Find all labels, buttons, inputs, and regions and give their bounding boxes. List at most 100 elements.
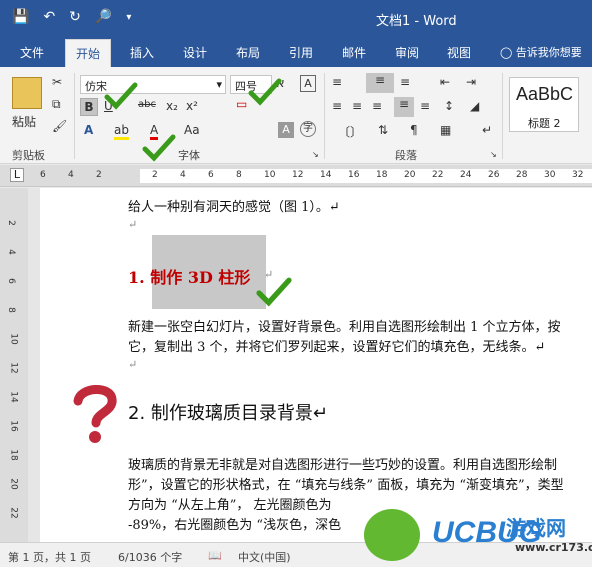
tab-layout[interactable]: 布局 [236, 44, 260, 61]
multilevel-list-icon[interactable]: ≡ [400, 75, 410, 89]
question-mark-icon [73, 385, 117, 443]
ruler-tick-label: 24 [460, 170, 472, 180]
tab-view[interactable]: 视图 [447, 44, 471, 61]
paste-button[interactable]: 粘贴 [12, 113, 36, 130]
body-line: -89%，右光圈颜色为 “浅灰色，深色 [128, 518, 342, 533]
vertical-ruler[interactable]: 2 4 6 8 10 12 14 16 18 20 22 [0, 188, 28, 542]
chinese-layout-icon[interactable]: 〔〕 [338, 123, 362, 140]
tell-me-search[interactable]: ◯ 告诉我你想要 [500, 44, 582, 60]
vruler-tick-label: 10 [8, 333, 19, 345]
cut-icon[interactable]: ✂ [52, 75, 62, 89]
dialog-launcher-icon[interactable]: ↘ [490, 150, 497, 159]
vruler-tick-label: 8 [5, 307, 16, 313]
change-case-button[interactable]: Aa [184, 123, 200, 137]
chevron-down-icon: ▾ [216, 78, 222, 91]
style-preview: AaBbC [516, 84, 574, 104]
group-divider [324, 73, 325, 159]
style-heading2[interactable]: AaBbC 标题 2 [509, 77, 579, 132]
distributed-icon[interactable]: ≡ [420, 99, 430, 113]
ruler-tick-label: 20 [404, 170, 416, 180]
text-effects-icon[interactable]: A [84, 123, 93, 137]
page-count[interactable]: 第 1 页，共 1 页 [8, 549, 91, 565]
ruler-tick-label: 28 [516, 170, 528, 180]
heading-2[interactable]: 2. 制作玻璃质目录背景↵ [128, 399, 328, 425]
ruler-tick-label: 6 [208, 170, 214, 180]
show-marks-icon[interactable]: ¶ [410, 123, 418, 137]
tab-file[interactable]: 文件 [20, 44, 44, 61]
ribbon-tabs: 文件 开始 插入 设计 布局 引用 邮件 审阅 视图 ◯ 告诉我你想要 [0, 37, 592, 67]
proofing-icon[interactable]: 📖 [208, 549, 222, 562]
character-border-icon[interactable]: A [300, 75, 316, 92]
ruler-tick-label: 4 [68, 170, 74, 180]
horizontal-ruler[interactable]: L 6 4 2 2 4 6 8 10 12 14 16 18 20 22 24 26 28 30 32 [0, 165, 592, 187]
sort-icon[interactable]: ⇅ [378, 123, 388, 137]
superscript-button[interactable]: x² [186, 99, 198, 113]
vruler-tick-label: 20 [8, 478, 19, 490]
shading-icon[interactable]: ◢ [470, 99, 479, 113]
group-divider [502, 73, 503, 159]
asian-layout-icon[interactable]: ↵ [482, 123, 492, 137]
watermark-site: 游戏网 [506, 516, 566, 540]
tab-review[interactable]: 审阅 [395, 44, 419, 61]
align-left-icon[interactable]: ≡ [332, 99, 342, 113]
bold-button[interactable]: B [80, 98, 98, 116]
tab-insert[interactable]: 插入 [130, 44, 154, 61]
body-line: 方向为 “从左上角”， 左光圈颜色为 [128, 498, 332, 513]
checkmark-icon [142, 134, 176, 162]
tab-design[interactable]: 设计 [183, 44, 207, 61]
language-status[interactable]: 中文(中国) [238, 549, 291, 565]
subscript-button[interactable]: x₂ [166, 99, 178, 113]
lightbulb-icon: ◯ [500, 46, 516, 59]
customize-qat-icon[interactable]: ▾ [126, 12, 131, 25]
vruler-tick-label: 14 [8, 391, 19, 403]
copy-icon[interactable]: ⧉ [52, 97, 61, 112]
decrease-indent-icon[interactable]: ⇤ [440, 75, 450, 89]
document-area[interactable]: 给人一种别有洞天的感觉（图 1）。↵ ↵ 1. 制作 3D 柱形 ↵ 新建一张空… [28, 188, 592, 542]
quick-access-toolbar: 💾 ↶ ↻ 🔎 ▾ [12, 9, 131, 25]
save-icon[interactable]: 💾 [12, 9, 29, 25]
ruler-tick-label: 16 [348, 170, 360, 180]
vruler-tick-label: 16 [8, 420, 19, 432]
tab-selector-icon[interactable]: L [10, 168, 24, 182]
ribbon: 粘贴 ✂ ⧉ 🖌 剪贴板 仿宋 ▾ 四号 א A B U abc x₂ x² ▭ … [0, 67, 592, 164]
print-preview-icon[interactable]: 🔎 [95, 9, 112, 25]
increase-indent-icon[interactable]: ⇥ [466, 75, 476, 89]
tab-references[interactable]: 引用 [289, 44, 313, 61]
align-right-icon[interactable]: ≡ [372, 99, 382, 113]
tell-me-label: 告诉我你想要 [515, 46, 582, 59]
enclose-characters-icon[interactable]: 字 [300, 121, 316, 137]
ruler-tick-label: 4 [180, 170, 186, 180]
redo-icon[interactable]: ↻ [69, 9, 81, 25]
title-bar: 💾 ↶ ↻ 🔎 ▾ 文档1 - Word [0, 0, 592, 37]
bullets-icon[interactable]: ≡ [332, 75, 342, 89]
highlight-icon[interactable]: ab [114, 123, 129, 140]
vruler-tick-label: 12 [8, 362, 19, 374]
clear-format-icon[interactable]: ▭ [236, 97, 247, 111]
ruler-tick-label: 8 [236, 170, 242, 180]
paste-icon[interactable] [12, 77, 42, 109]
justify-icon[interactable]: ≡ [394, 97, 414, 117]
word-count[interactable]: 6/1036 个字 [118, 549, 182, 565]
watermark-url: www.cr173.com [515, 541, 592, 554]
borders-icon[interactable]: ▦ [440, 123, 451, 137]
align-center-icon[interactable]: ≡ [352, 99, 362, 113]
vruler-tick-label: 18 [8, 449, 19, 461]
format-painter-icon[interactable]: 🖌 [52, 119, 67, 133]
ruler-tick-label: 2 [96, 170, 102, 180]
line-spacing-icon[interactable]: ↕ [444, 99, 454, 113]
undo-icon[interactable]: ↶ [43, 9, 55, 25]
font-name-box[interactable]: 仿宋 ▾ [80, 75, 226, 94]
heading-1[interactable]: 1. 制作 3D 柱形 [128, 264, 250, 288]
checkmark-icon [256, 277, 292, 307]
body-line: 玻璃质的背景无非就是对自选图形进行一些巧妙的设置。利用自选图形绘制 [128, 458, 558, 473]
character-shading-icon[interactable]: A [278, 122, 294, 138]
checkmark-icon [104, 82, 138, 110]
page[interactable]: 给人一种别有洞天的感觉（图 1）。↵ ↵ 1. 制作 3D 柱形 ↵ 新建一张空… [40, 188, 592, 542]
tab-mailings[interactable]: 邮件 [342, 44, 366, 61]
paragraph-mark: ↵ [128, 358, 138, 371]
ruler-tick-label: 26 [488, 170, 500, 180]
strikethrough-button[interactable]: abc [138, 99, 156, 110]
numbering-icon[interactable]: ≡ [366, 73, 394, 93]
tab-home[interactable]: 开始 [65, 39, 112, 67]
dialog-launcher-icon[interactable]: ↘ [312, 150, 319, 159]
